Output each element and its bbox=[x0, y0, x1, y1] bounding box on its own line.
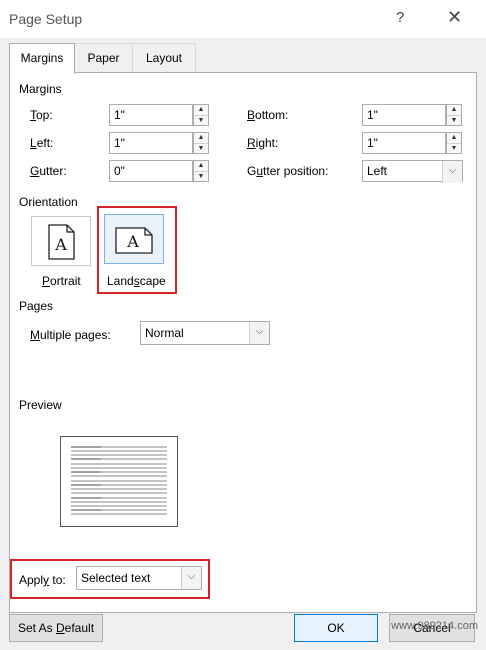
pages-heading: Pages bbox=[19, 299, 54, 313]
spin-up-icon[interactable]: ▲ bbox=[194, 105, 208, 116]
spin-down-icon[interactable]: ▼ bbox=[447, 116, 461, 126]
top-margin-spinner[interactable]: ▲ ▼ bbox=[193, 104, 209, 126]
tab-paper[interactable]: Paper bbox=[73, 43, 134, 72]
close-button[interactable]: ✕ bbox=[447, 6, 462, 28]
chevron-down-icon[interactable]: ⌵ bbox=[249, 322, 269, 344]
ok-button[interactable]: OK bbox=[294, 614, 378, 642]
landscape-page-icon: A bbox=[115, 227, 153, 254]
bottom-margin-spinner[interactable]: ▲ ▼ bbox=[446, 104, 462, 126]
bottom-label: Bottom: bbox=[247, 108, 289, 122]
spin-up-icon[interactable]: ▲ bbox=[194, 133, 208, 144]
chevron-down-icon[interactable]: ⌵ bbox=[442, 161, 462, 183]
bottom-margin-input[interactable]: 1" bbox=[362, 104, 446, 126]
multiple-pages-select[interactable]: Normal ⌵ bbox=[140, 321, 270, 345]
spin-down-icon[interactable]: ▼ bbox=[447, 144, 461, 154]
tab-margins[interactable]: Margins bbox=[9, 43, 75, 74]
margins-heading: Margins bbox=[19, 82, 62, 96]
gutter-spinner[interactable]: ▲ ▼ bbox=[193, 160, 209, 182]
window-title: Page Setup bbox=[9, 11, 83, 27]
preview-heading: Preview bbox=[19, 398, 62, 412]
left-label: Left: bbox=[30, 136, 54, 150]
page-preview bbox=[60, 436, 178, 527]
top-margin-input[interactable]: 1" bbox=[109, 104, 193, 126]
chevron-down-icon[interactable]: ⌵ bbox=[181, 567, 201, 589]
gutter-position-value: Left bbox=[367, 164, 388, 178]
apply-to-value: Selected text bbox=[81, 571, 151, 585]
tab-layout[interactable]: Layout bbox=[132, 43, 196, 72]
gutter-input[interactable]: 0" bbox=[109, 160, 193, 182]
left-margin-spinner[interactable]: ▲ ▼ bbox=[193, 132, 209, 154]
spin-up-icon[interactable]: ▲ bbox=[447, 105, 461, 116]
portrait-page-icon: A bbox=[48, 224, 75, 260]
multiple-pages-label: Multiple pages: bbox=[30, 328, 111, 342]
multiple-pages-value: Normal bbox=[145, 326, 184, 340]
left-margin-input[interactable]: 1" bbox=[109, 132, 193, 154]
landscape-button[interactable]: A bbox=[104, 214, 164, 264]
portrait-label: Portrait bbox=[42, 274, 81, 288]
gutter-position-label: Gutter position: bbox=[247, 164, 329, 178]
spin-down-icon[interactable]: ▼ bbox=[194, 116, 208, 126]
right-label: Right: bbox=[247, 136, 279, 150]
apply-to-label: Apply to: bbox=[19, 573, 66, 587]
right-margin-spinner[interactable]: ▲ ▼ bbox=[446, 132, 462, 154]
gutter-position-select[interactable]: Left ⌵ bbox=[362, 160, 463, 183]
gutter-label: Gutter: bbox=[30, 164, 67, 178]
spin-down-icon[interactable]: ▼ bbox=[194, 144, 208, 154]
watermark: www.989214.com bbox=[391, 620, 478, 632]
spin-up-icon[interactable]: ▲ bbox=[447, 133, 461, 144]
orientation-heading: Orientation bbox=[19, 195, 78, 209]
top-label: Top: bbox=[30, 108, 53, 122]
apply-to-select[interactable]: Selected text ⌵ bbox=[76, 566, 202, 590]
preview-lines bbox=[71, 446, 167, 515]
svg-text:A: A bbox=[126, 232, 139, 251]
set-as-default-button[interactable]: Set As Default bbox=[9, 614, 103, 642]
portrait-button[interactable]: A bbox=[31, 216, 91, 266]
spin-up-icon[interactable]: ▲ bbox=[194, 161, 208, 172]
svg-text:A: A bbox=[54, 235, 67, 254]
right-margin-input[interactable]: 1" bbox=[362, 132, 446, 154]
landscape-label: Landscape bbox=[107, 274, 166, 288]
spin-down-icon[interactable]: ▼ bbox=[194, 172, 208, 182]
help-button[interactable]: ? bbox=[396, 9, 404, 26]
